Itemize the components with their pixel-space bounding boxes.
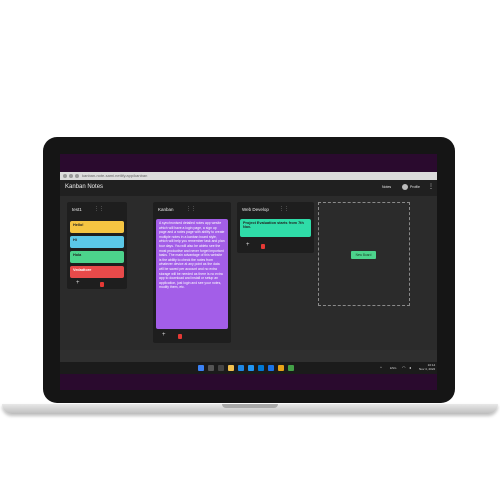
volume-icon[interactable]: ◂ xyxy=(409,365,411,370)
note-card[interactable]: Project Evaluation starts from 7th Nov. xyxy=(240,219,311,237)
tray-language[interactable]: ENG xyxy=(390,366,397,370)
note-text: Hello! xyxy=(73,223,84,227)
add-note-icon[interactable]: + xyxy=(162,332,166,338)
note-text: Vedadtore xyxy=(73,268,92,272)
windows-start-icon[interactable] xyxy=(198,365,204,371)
note-text: Hi xyxy=(73,238,77,242)
note-text: A synchronised detailed notes app wesite… xyxy=(159,221,225,290)
forward-icon[interactable] xyxy=(69,174,73,178)
delete-icon[interactable] xyxy=(178,334,182,339)
edge-icon[interactable] xyxy=(238,365,244,371)
column-menu-icon[interactable]: ⋮⋮ xyxy=(279,206,289,212)
new-board-button[interactable]: New Board xyxy=(351,251,376,259)
browser-url-bar[interactable]: kanban-note-sami.netlify.app/kanban xyxy=(60,172,437,180)
app-header: Kanban Notes Notes Profile ⋮ xyxy=(60,180,437,196)
nav-notes-link[interactable]: Notes xyxy=(382,185,391,189)
column-test1: test1 ⋮⋮ Hello! Hi Hola Vedadtore + xyxy=(67,202,127,289)
status-band xyxy=(60,350,437,362)
column-kanban: Kanban ⋮⋮ A synchronised detailed notes … xyxy=(153,202,231,343)
column-menu-icon[interactable]: ⋮⋮ xyxy=(94,206,104,212)
avatar[interactable] xyxy=(402,184,408,190)
nav-profile-link[interactable]: Profile xyxy=(410,185,420,189)
note-card[interactable]: Hola xyxy=(70,251,124,263)
chrome-icon[interactable] xyxy=(278,365,284,371)
search-icon[interactable] xyxy=(208,365,214,371)
wifi-icon[interactable]: ◠ xyxy=(402,365,406,370)
reload-icon[interactable] xyxy=(75,174,79,178)
note-card[interactable]: Hi xyxy=(70,236,124,248)
tray-chevron-icon[interactable]: ^ xyxy=(380,365,382,370)
store-icon[interactable] xyxy=(248,365,254,371)
back-icon[interactable] xyxy=(63,174,67,178)
note-text: Hola xyxy=(73,253,82,257)
delete-icon[interactable] xyxy=(100,282,104,287)
add-note-icon[interactable]: + xyxy=(76,280,80,286)
laptop-notch xyxy=(222,404,278,408)
app-icon[interactable] xyxy=(288,365,294,371)
column-menu-icon[interactable]: ⋮⋮ xyxy=(186,206,196,212)
note-text: Project Evaluation starts from 7th Nov. xyxy=(243,221,304,229)
column-title[interactable]: test1 xyxy=(72,207,82,212)
mail-icon[interactable] xyxy=(258,365,264,371)
more-vertical-icon[interactable]: ⋮ xyxy=(428,183,434,190)
task-view-icon[interactable] xyxy=(218,365,224,371)
url-text[interactable]: kanban-note-sami.netlify.app/kanban xyxy=(82,173,147,178)
clock[interactable]: 10:14 Nov 4, 2022 xyxy=(419,363,436,371)
desktop-background xyxy=(60,374,437,390)
vscode-icon[interactable] xyxy=(268,365,274,371)
column-title[interactable]: Kanban xyxy=(158,207,174,212)
file-explorer-icon[interactable] xyxy=(228,365,234,371)
add-note-icon[interactable]: + xyxy=(246,242,250,248)
note-card[interactable]: Vedadtore xyxy=(70,266,124,278)
note-card[interactable]: A synchronised detailed notes app wesite… xyxy=(156,219,228,329)
column-title[interactable]: Web Develop xyxy=(242,207,269,212)
column-web-develop: Web Develop ⋮⋮ Project Evaluation starts… xyxy=(237,202,314,253)
app-title[interactable]: Kanban Notes xyxy=(65,184,103,190)
note-card[interactable]: Hello! xyxy=(70,221,124,233)
clock-date: Nov 4, 2022 xyxy=(419,366,436,371)
delete-icon[interactable] xyxy=(261,244,265,249)
windows-taskbar: ^ ENG ◠ ◂ 10:14 Nov 4, 2022 xyxy=(60,362,437,374)
screen: kanban-note-sami.netlify.app/kanban Kanb… xyxy=(60,154,437,390)
